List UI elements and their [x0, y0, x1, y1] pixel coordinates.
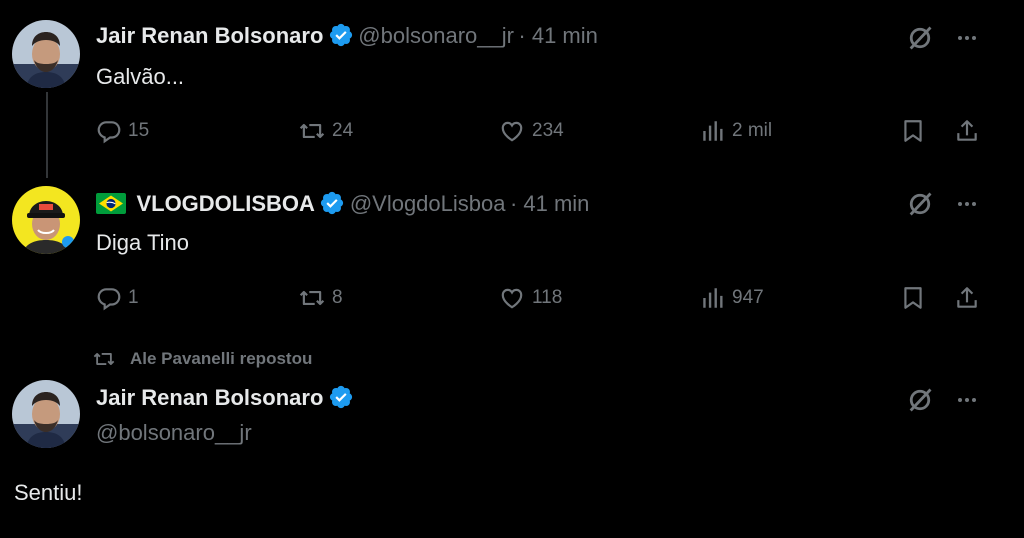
thread-connector-line: [46, 92, 48, 178]
views-icon: [700, 285, 726, 311]
avatar[interactable]: [12, 380, 80, 448]
tweet-text: Diga Tino: [96, 230, 189, 255]
bookmark-icon[interactable]: [900, 285, 926, 316]
verified-badge-icon: [328, 384, 354, 410]
tweet-text: Galvão...: [96, 64, 185, 89]
like-icon: [498, 118, 526, 144]
grok-icon[interactable]: [906, 24, 934, 57]
tweet-header: Jair Renan Bolsonaro: [96, 384, 354, 411]
brazil-flag-icon: [96, 193, 126, 214]
author-name[interactable]: VLOGDOLISBOA: [136, 191, 314, 216]
share-icon[interactable]: [954, 285, 980, 316]
tweet-text: Sentiu!: [14, 480, 83, 505]
author-name[interactable]: Jair Renan Bolsonaro: [96, 23, 323, 48]
author-handle[interactable]: @bolsonaro__jr: [96, 420, 252, 446]
timestamp[interactable]: · 41 min: [510, 191, 589, 216]
tweet-header: Jair Renan Bolsonaro @bolsonaro__jr · 41…: [96, 22, 598, 49]
like-button[interactable]: 234: [498, 118, 564, 144]
more-icon[interactable]: [954, 388, 980, 417]
repost-note-text[interactable]: Ale Pavanelli repostou: [130, 349, 312, 369]
reply-button[interactable]: 15: [96, 118, 149, 144]
like-count: 234: [532, 120, 564, 141]
grok-icon[interactable]: [906, 190, 934, 223]
repost-count: 24: [332, 120, 354, 141]
like-count: 118: [532, 287, 563, 308]
views-icon: [700, 118, 726, 144]
repost-icon: [92, 348, 116, 370]
like-icon: [498, 285, 526, 311]
avatar[interactable]: [12, 186, 80, 254]
repost-indicator: Ale Pavanelli repostou: [92, 348, 312, 370]
views-button[interactable]: 2 mil: [700, 118, 772, 144]
author-name[interactable]: Jair Renan Bolsonaro: [96, 385, 323, 410]
tweet-header: VLOGDOLISBOA @VlogdoLisboa · 41 min: [96, 190, 589, 217]
reply-icon: [96, 118, 122, 144]
views-button[interactable]: 947: [700, 285, 764, 311]
verified-badge-icon: [328, 22, 354, 48]
reply-count: 15: [128, 120, 150, 141]
reply-count: 1: [128, 287, 139, 308]
verified-badge-icon: [319, 190, 345, 216]
grok-icon[interactable]: [906, 386, 934, 419]
more-icon[interactable]: [954, 192, 980, 221]
reply-button[interactable]: 1: [96, 285, 139, 311]
timestamp[interactable]: · 41 min: [518, 23, 597, 48]
views-count: 947: [732, 287, 764, 308]
reply-icon: [96, 285, 122, 311]
views-count: 2 mil: [732, 120, 773, 141]
share-icon[interactable]: [954, 118, 980, 149]
repost-icon: [298, 285, 326, 311]
author-handle[interactable]: @VlogdoLisboa: [350, 191, 506, 216]
more-icon[interactable]: [954, 26, 980, 55]
repost-count: 8: [332, 287, 343, 308]
bookmark-icon[interactable]: [900, 118, 926, 149]
repost-button[interactable]: 24: [298, 118, 353, 144]
avatar[interactable]: [12, 20, 80, 88]
repost-icon: [298, 118, 326, 144]
repost-button[interactable]: 8: [298, 285, 343, 311]
like-button[interactable]: 118: [498, 285, 562, 311]
author-handle[interactable]: @bolsonaro__jr: [358, 23, 514, 48]
